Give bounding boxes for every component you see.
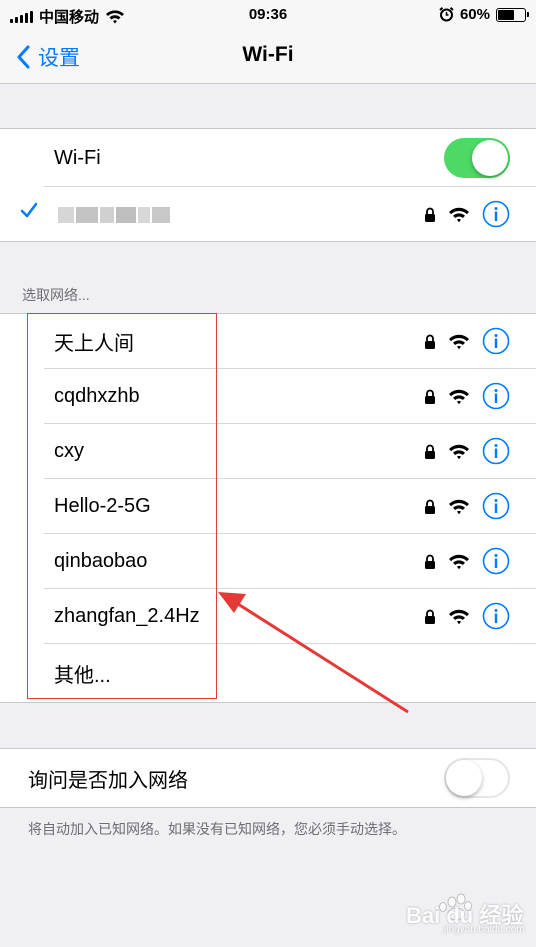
network-row[interactable]: cxy <box>0 424 536 479</box>
wifi-group: Wi-Fi <box>0 128 536 242</box>
lock-icon <box>425 334 435 349</box>
info-icon[interactable] <box>482 602 510 630</box>
network-icons <box>424 547 510 575</box>
other-network-row[interactable]: 其他... <box>0 644 536 702</box>
wifi-signal-icon <box>449 554 469 569</box>
info-icon[interactable] <box>482 382 510 410</box>
network-icons <box>424 437 510 465</box>
status-right: 60% <box>439 6 529 23</box>
network-icons <box>424 382 510 410</box>
wifi-signal-icon <box>449 334 469 349</box>
info-icon[interactable] <box>482 437 510 465</box>
network-name: cxy <box>54 440 84 462</box>
wifi-signal-icon <box>449 444 469 459</box>
connected-network-row[interactable] <box>0 187 536 241</box>
battery-icon <box>496 7 529 22</box>
lock-icon <box>425 554 435 569</box>
lock-icon <box>425 444 435 459</box>
status-bar: 中国移动 09:36 60% <box>0 0 536 32</box>
ask-join-toggle[interactable] <box>444 758 510 798</box>
wifi-signal-icon <box>449 499 469 514</box>
network-row[interactable]: Hello-2-5G <box>0 479 536 534</box>
blurred-network-name <box>58 207 170 223</box>
toggle-knob <box>472 140 508 176</box>
wifi-toggle-row: Wi-Fi <box>0 129 536 187</box>
wifi-signal-icon <box>449 207 469 222</box>
wifi-signal-icon <box>449 609 469 624</box>
toggle-knob <box>446 760 482 796</box>
network-row[interactable]: 天上人间 <box>0 314 536 369</box>
network-icons <box>424 327 510 355</box>
connected-icons <box>424 200 510 228</box>
network-name: qinbaobao <box>54 550 148 572</box>
other-label: 其他... <box>54 664 111 687</box>
choose-network-header: 选取网络... <box>22 287 90 303</box>
info-icon[interactable] <box>482 327 510 355</box>
network-name: cqdhxzhb <box>54 385 140 407</box>
lock-icon <box>425 609 435 624</box>
network-row[interactable]: cqdhxzhb <box>0 369 536 424</box>
network-row[interactable]: qinbaobao <box>0 534 536 589</box>
battery-percent: 60% <box>459 6 490 23</box>
network-row[interactable]: zhangfan_2.4Hz <box>0 589 536 644</box>
nav-bar: 设置 Wi-Fi <box>0 32 536 84</box>
wifi-signal-icon <box>449 389 469 404</box>
baidu-watermark: Bai du 经验 jingyan.baidu.com <box>382 884 525 940</box>
info-icon[interactable] <box>482 492 510 520</box>
network-list: 天上人间 cqdhxzhb cxy Hello-2-5G qinbaobao zhangf… <box>0 314 536 644</box>
wifi-label: Wi-Fi <box>54 146 101 169</box>
alarm-icon <box>439 7 454 22</box>
checkmark-icon <box>20 202 38 218</box>
info-icon[interactable] <box>482 547 510 575</box>
network-name: zhangfan_2.4Hz <box>54 605 200 627</box>
watermark-url: jingyan.baidu.com <box>444 924 525 935</box>
network-name: Hello-2-5G <box>54 495 151 517</box>
lock-icon <box>425 389 435 404</box>
page-title: Wi-Fi <box>242 43 294 66</box>
info-icon[interactable] <box>482 200 510 228</box>
network-name: 天上人间 <box>54 333 134 355</box>
lock-icon <box>425 207 435 222</box>
ask-join-group: 询问是否加入网络 <box>0 748 536 808</box>
battery-fill <box>498 9 514 20</box>
networks-group: 天上人间 cqdhxzhb cxy Hello-2-5G qinbaobao zhangf… <box>0 313 536 703</box>
ask-join-row: 询问是否加入网络 <box>0 749 536 807</box>
network-icons <box>424 492 510 520</box>
ask-join-label: 询问是否加入网络 <box>28 769 188 792</box>
ask-join-note: 将自动加入已知网络。如果没有已知网络，您必须手动选择。 <box>28 821 406 837</box>
network-icons <box>424 602 510 630</box>
wifi-toggle[interactable] <box>444 138 510 178</box>
lock-icon <box>425 499 435 514</box>
